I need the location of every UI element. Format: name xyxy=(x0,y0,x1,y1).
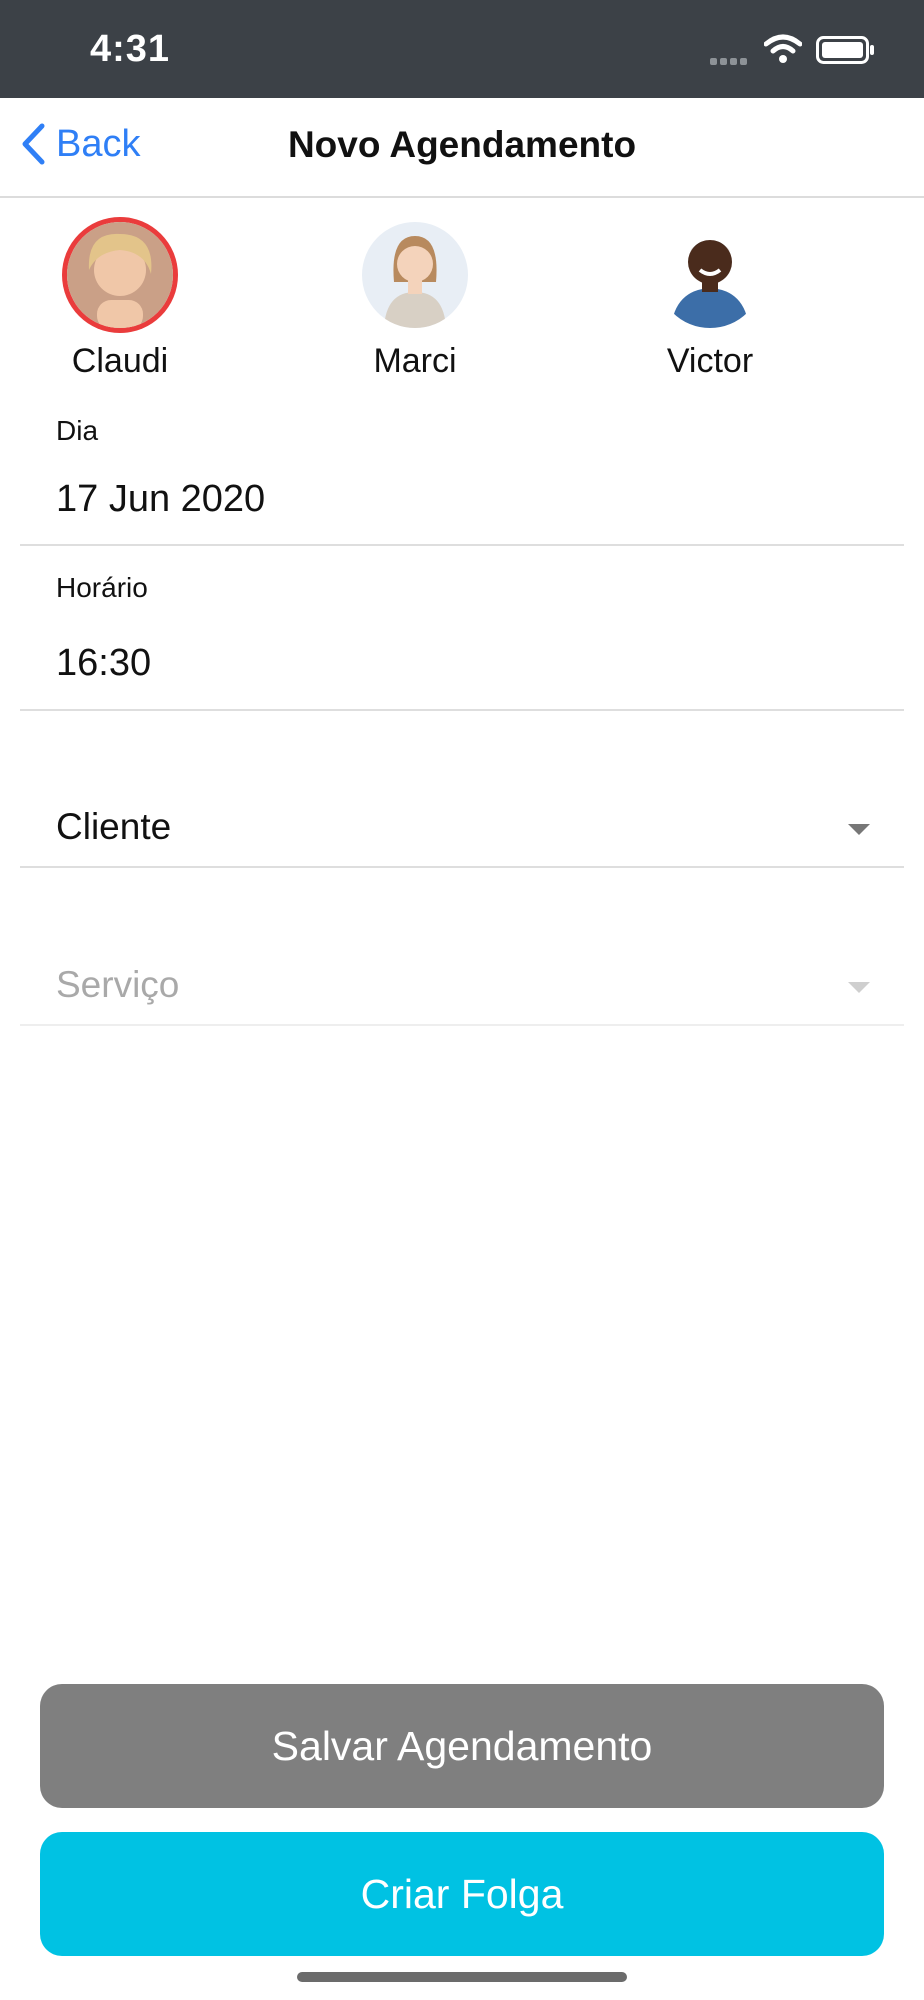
staff-item-claudi[interactable]: Claudi xyxy=(10,222,230,381)
create-day-off-button[interactable]: Criar Folga xyxy=(40,1832,884,1956)
avatar xyxy=(657,222,763,328)
divider xyxy=(20,709,904,711)
client-select-label: Cliente xyxy=(56,806,172,847)
staff-item-marci[interactable]: Marci xyxy=(305,222,525,381)
page-title: Novo Agendamento xyxy=(287,124,637,165)
status-time: 4:31 xyxy=(90,28,171,70)
caret-down-icon xyxy=(848,824,870,835)
time-field[interactable]: 16:30 xyxy=(56,642,151,685)
staff-item-victor[interactable]: Victor xyxy=(600,222,820,381)
home-indicator xyxy=(297,1972,627,1982)
staff-name: Marci xyxy=(373,342,457,380)
divider xyxy=(20,544,904,546)
service-select-label: Serviço xyxy=(56,964,180,1005)
signal-icon xyxy=(710,52,750,70)
client-select[interactable]: Cliente xyxy=(20,756,904,866)
avatar xyxy=(67,222,173,328)
avatar xyxy=(362,222,468,328)
day-field[interactable]: 17 Jun 2020 xyxy=(56,478,265,521)
save-appointment-button[interactable]: Salvar Agendamento xyxy=(40,1684,884,1808)
staff-name: Claudi xyxy=(71,342,169,380)
divider xyxy=(20,1024,904,1026)
caret-down-icon xyxy=(848,982,870,993)
time-label: Horário xyxy=(56,572,148,603)
wifi-icon xyxy=(764,34,802,63)
battery-icon xyxy=(816,36,874,64)
service-select[interactable]: Serviço xyxy=(20,914,904,1024)
divider xyxy=(20,866,904,868)
staff-name: Victor xyxy=(666,342,754,380)
day-label: Dia xyxy=(56,415,99,446)
